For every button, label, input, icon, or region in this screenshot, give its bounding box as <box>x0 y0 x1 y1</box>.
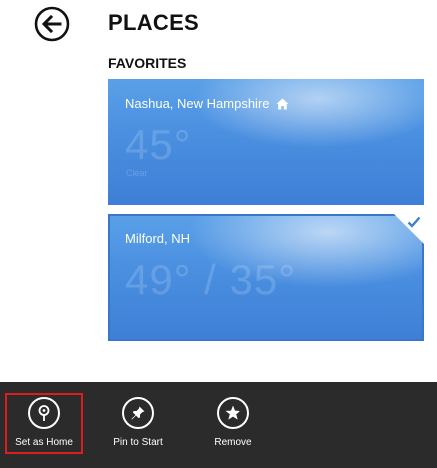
command-label: Pin to Start <box>113 437 163 448</box>
location-pin-icon <box>38 405 50 421</box>
tile-location-name: Milford, NH <box>125 231 190 247</box>
tile-temperature: 49° / 35° <box>125 256 297 303</box>
favorite-tile-milford[interactable]: Milford, NH 49° / 35° <box>108 214 424 341</box>
command-label: Set as Home <box>15 437 73 448</box>
favorites-section-title: FAVORITES <box>108 55 187 71</box>
back-arrow-icon <box>34 6 70 42</box>
command-circle <box>122 397 154 429</box>
command-circle <box>28 397 60 429</box>
command-label: Remove <box>214 437 252 448</box>
tile-location-name: Nashua, New Hampshire <box>125 96 289 112</box>
star-remove-icon <box>225 405 241 420</box>
pin-to-start-button[interactable]: Pin to Start <box>104 382 172 468</box>
tile-location-label: Milford, NH <box>125 231 191 246</box>
back-button[interactable] <box>34 6 70 42</box>
places-page: PLACES FAVORITES Nashua, New Hampshire 4… <box>0 0 437 468</box>
tile-location-label: Nashua, New Hampshire <box>125 96 270 111</box>
pin-icon <box>131 406 145 420</box>
command-circle <box>217 397 249 429</box>
checkmark-icon <box>407 216 421 228</box>
remove-button[interactable]: Remove <box>199 382 267 468</box>
set-as-home-button[interactable]: Set as Home <box>5 382 83 468</box>
tile-condition: Clear <box>126 168 148 178</box>
page-title: PLACES <box>108 10 200 35</box>
home-icon <box>276 98 289 110</box>
app-bar: Set as Home Pin to Start Remove <box>0 382 437 468</box>
favorite-tile-nashua[interactable]: Nashua, New Hampshire 45° Clear <box>108 79 424 205</box>
tile-temperature: 45° <box>125 121 192 168</box>
